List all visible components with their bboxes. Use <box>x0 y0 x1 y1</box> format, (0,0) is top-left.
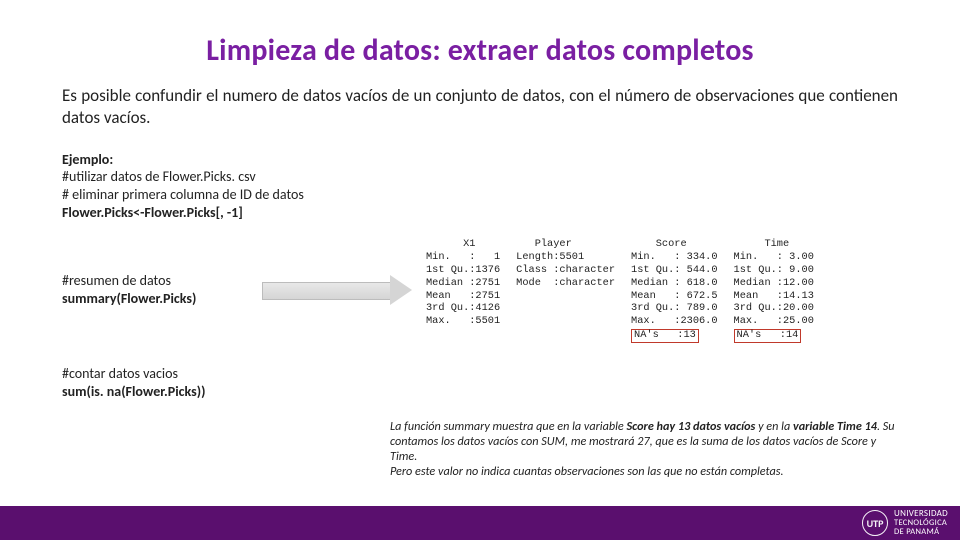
stat-line: 1st Qu.:1376 <box>426 264 500 276</box>
summary-col-score: Score Min. : 334.0 1st Qu.: 544.0 Median… <box>631 238 718 343</box>
stat-line: Length:5501 <box>516 251 584 263</box>
stat-line: Min. : 3.00 <box>734 251 814 263</box>
uni-line-3: DE PANAMÁ <box>894 528 948 537</box>
na-highlight-score: NA's :13 <box>631 329 699 343</box>
example-block: Ejemplo: #utilizar datos de Flower.Picks… <box>62 151 898 223</box>
stat-line: Mean : 672.5 <box>631 290 718 302</box>
col-header: Score <box>631 238 687 250</box>
stat-line: Median : 618.0 <box>631 277 718 289</box>
stat-line: Median :2751 <box>426 277 500 289</box>
col-header: Time <box>734 238 790 250</box>
summary-comment: #resumen de datos <box>62 272 171 289</box>
arrow-icon <box>262 275 412 305</box>
note-text: y en la <box>755 419 793 434</box>
stat-line: 3rd Qu.: 789.0 <box>631 302 718 314</box>
summary-col-time: Time Min. : 3.00 1st Qu.: 9.00 Median :1… <box>734 238 814 343</box>
stat-line: Mode :character <box>516 277 615 289</box>
example-line-1: #utilizar datos de Flower.Picks. csv <box>62 168 256 185</box>
stat-line: 1st Qu.: 9.00 <box>734 264 814 276</box>
example-line-3: Flower.Picks<-Flower.Picks[, -1] <box>62 204 243 221</box>
count-call: sum(is. na(Flower.Picks)) <box>62 383 205 400</box>
note-bold: variable Time 14 <box>793 419 877 434</box>
summary-label: #resumen de datos summary(Flower.Picks) <box>62 272 262 308</box>
university-seal-icon: UTP <box>862 510 888 536</box>
stat-line: Max. :25.00 <box>734 315 814 327</box>
stat-line: Max. :5501 <box>426 315 500 327</box>
note-text: Pero este valor no indica cuantas observ… <box>390 464 784 479</box>
stat-line: Mean :14.13 <box>734 290 814 302</box>
stat-line: Max. :2306.0 <box>631 315 718 327</box>
count-comment: #contar datos vacios <box>62 365 178 382</box>
note-bold: Score hay 13 datos vacíos <box>627 419 756 434</box>
stat-line: Min. : 1 <box>426 251 500 263</box>
stat-line: Min. : 334.0 <box>631 251 718 263</box>
summary-col-x1: X1 Min. : 1 1st Qu.:1376 Median :2751 Me… <box>426 238 500 343</box>
col-header: X1 <box>426 238 475 250</box>
example-line-2: # eliminar primera columna de ID de dato… <box>62 186 304 203</box>
stat-line: 3rd Qu.:4126 <box>426 302 500 314</box>
summary-col-player: Player Length:5501 Class :character Mode… <box>516 238 615 343</box>
slide: Limpieza de datos: extraer datos complet… <box>0 0 960 540</box>
stat-line: 1st Qu.: 544.0 <box>631 264 718 276</box>
col-header: Player <box>516 238 572 250</box>
count-block: #contar datos vacios sum(is. na(Flower.P… <box>62 365 898 401</box>
intro-paragraph: Es posible confundir el numero de datos … <box>62 85 898 129</box>
summary-call: summary(Flower.Picks) <box>62 290 196 307</box>
footer-bar: UTP UNIVERSIDAD TECNOLÓGICA DE PANAMÁ <box>0 506 960 540</box>
stat-line: Class :character <box>516 264 615 276</box>
explanation-note: La función summary muestra que en la var… <box>390 420 898 480</box>
slide-title: Limpieza de datos: extraer datos complet… <box>62 32 898 69</box>
university-name: UNIVERSIDAD TECNOLÓGICA DE PANAMÁ <box>894 509 948 536</box>
na-highlight-time: NA's :14 <box>734 329 802 343</box>
summary-row: #resumen de datos summary(Flower.Picks) … <box>62 236 898 343</box>
summary-output: X1 Min. : 1 1st Qu.:1376 Median :2751 Me… <box>422 236 818 343</box>
stat-line: Median :12.00 <box>734 277 814 289</box>
example-heading: Ejemplo: <box>62 151 113 168</box>
stat-line: Mean :2751 <box>426 290 500 302</box>
stat-line: 3rd Qu.:20.00 <box>734 302 814 314</box>
note-text: La función summary muestra que en la var… <box>390 419 627 434</box>
